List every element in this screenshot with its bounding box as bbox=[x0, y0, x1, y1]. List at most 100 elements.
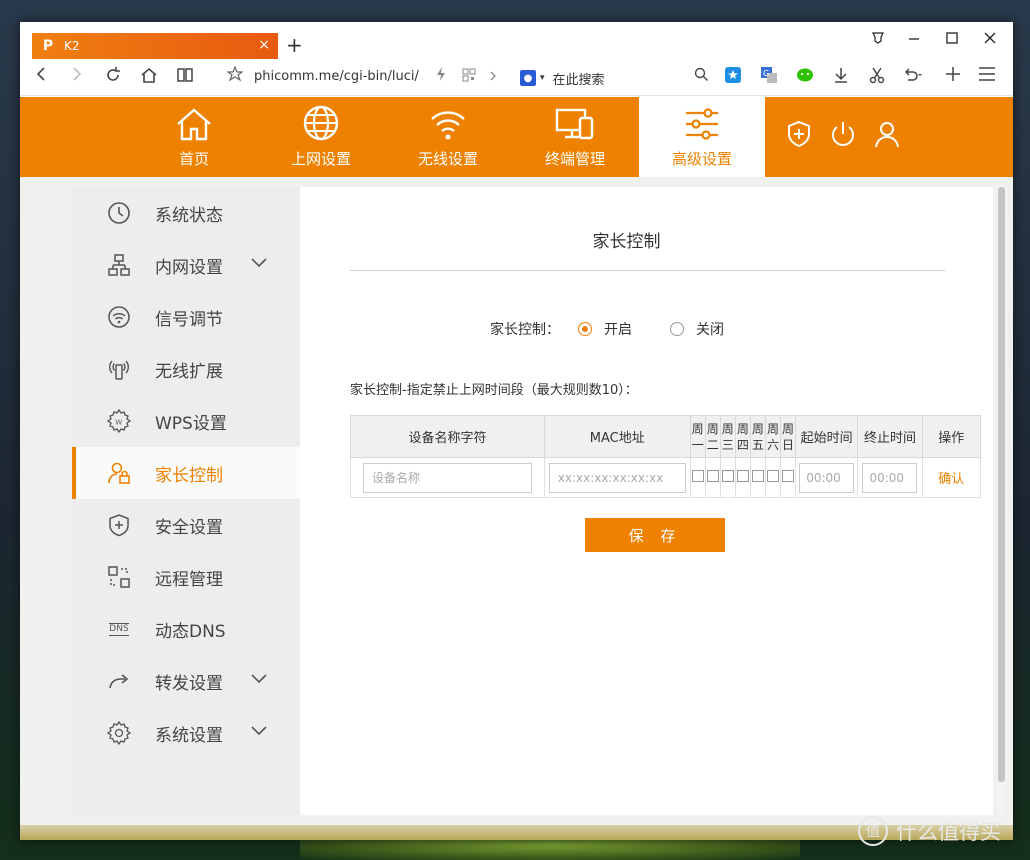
address-bar[interactable]: phicomm.me/cgi-bin/luci/ bbox=[254, 69, 419, 84]
sidebar-item-ddns[interactable]: DNS 动态DNS bbox=[72, 603, 300, 655]
user-icon[interactable] bbox=[872, 119, 902, 149]
sidebar-item-security[interactable]: 安全设置 bbox=[72, 499, 300, 551]
checkbox-mon[interactable] bbox=[691, 469, 704, 482]
end-time-input[interactable]: 00:00 bbox=[862, 462, 918, 493]
sidebar-item-wps[interactable]: W WPS设置 bbox=[72, 395, 300, 447]
checkbox-wed[interactable] bbox=[721, 469, 734, 482]
header-day-sun: 周日 bbox=[779, 415, 797, 458]
qrcode-icon[interactable] bbox=[458, 66, 480, 88]
shield-plus-header-icon[interactable] bbox=[784, 119, 814, 149]
device-name-input[interactable]: 设备名称 bbox=[362, 462, 532, 493]
wps-gear-icon: W bbox=[107, 409, 131, 433]
reload-icon[interactable] bbox=[102, 66, 124, 90]
rules-table: 设备名称字符 MAC地址 周一 周二 周三 周四 周五 周六 周日 起始时间 终… bbox=[350, 415, 982, 498]
minimize-icon[interactable] bbox=[904, 30, 924, 49]
menu-devices[interactable]: 终端管理 bbox=[512, 97, 638, 177]
new-tab-button[interactable]: + bbox=[286, 34, 303, 56]
home-nav-icon[interactable] bbox=[138, 66, 160, 90]
gear-icon bbox=[107, 721, 131, 745]
save-button[interactable]: 保 存 bbox=[585, 518, 725, 552]
chevron-down-icon[interactable] bbox=[250, 257, 268, 269]
header-day-fri: 周五 bbox=[749, 415, 766, 458]
radio-off-label[interactable]: 关闭 bbox=[696, 319, 724, 339]
chevron-down-icon[interactable] bbox=[250, 673, 268, 685]
back-icon[interactable] bbox=[30, 66, 52, 88]
add-icon[interactable] bbox=[942, 66, 964, 88]
parent-lock-icon bbox=[107, 461, 131, 485]
header-day-wed: 周三 bbox=[719, 415, 736, 458]
sidebar-item-label: 安全设置 bbox=[155, 517, 223, 538]
forward-icon[interactable] bbox=[66, 66, 88, 88]
page-title: 家长控制 bbox=[592, 232, 661, 252]
sidebar-item-label: 远程管理 bbox=[155, 569, 223, 590]
mac-address-input[interactable]: xx:xx:xx:xx:xx:xx bbox=[548, 462, 686, 493]
lightning-icon[interactable] bbox=[430, 66, 452, 88]
svg-text:W: W bbox=[115, 419, 122, 427]
sidebar-item-signal[interactable]: 信号调节 bbox=[72, 291, 300, 343]
sidebar-item-parental-control[interactable]: 家长控制 bbox=[72, 447, 300, 499]
tab-close-icon[interactable]: × bbox=[258, 37, 270, 53]
power-icon[interactable] bbox=[828, 119, 858, 149]
sidebar-item-label: 信号调节 bbox=[155, 309, 223, 330]
confirm-link[interactable]: 确认 bbox=[938, 472, 964, 487]
phicomm-logo-icon: P bbox=[42, 38, 54, 54]
favorites-icon[interactable] bbox=[722, 66, 744, 90]
scrollbar-thumb[interactable] bbox=[998, 187, 1005, 782]
main-panel: 家长控制 家长控制： 开启 关闭 家长控制-指定禁止上网时间段（最大规则数10）… bbox=[300, 187, 993, 815]
reader-icon[interactable] bbox=[174, 66, 196, 90]
header-day-sat: 周六 bbox=[764, 415, 781, 458]
navigation-bar: phicomm.me/cgi-bin/luci/ ● ▾ 在此搜索 G bbox=[20, 60, 1013, 96]
start-time-input[interactable]: 00:00 bbox=[799, 462, 855, 493]
menu-label: 上网设置 bbox=[290, 150, 351, 168]
sidebar-item-system-settings[interactable]: 系统设置 bbox=[72, 707, 300, 759]
shield-plus-icon bbox=[107, 513, 131, 537]
header-day-tue: 周二 bbox=[704, 415, 721, 458]
download-icon[interactable] bbox=[830, 66, 852, 90]
content-area: 系统状态 内网设置 信号调节 无线扩展 W WPS设置 家长控制 安全设置 远程… bbox=[20, 177, 1013, 840]
sidebar-item-lan[interactable]: 内网设置 bbox=[72, 239, 300, 291]
search-engine-chevron-icon[interactable]: ▾ bbox=[540, 73, 545, 83]
header-mac: MAC地址 bbox=[543, 415, 691, 458]
tab-k2[interactable]: P K2 × bbox=[32, 33, 278, 59]
sidebar-item-forwarding[interactable]: 转发设置 bbox=[72, 655, 300, 707]
checkbox-sun[interactable] bbox=[782, 469, 795, 482]
title-divider bbox=[350, 270, 945, 271]
undo-icon[interactable] bbox=[902, 66, 924, 90]
sidebar-item-system-status[interactable]: 系统状态 bbox=[72, 187, 300, 239]
search-box[interactable]: ● ▾ 在此搜索 bbox=[520, 66, 716, 90]
checkbox-tue[interactable] bbox=[706, 469, 719, 482]
sidebar-item-wireless-extend[interactable]: 无线扩展 bbox=[72, 343, 300, 395]
search-icon[interactable] bbox=[690, 66, 712, 88]
chevron-right-icon[interactable] bbox=[482, 66, 504, 88]
checkbox-sat[interactable] bbox=[766, 469, 779, 482]
maximize-icon[interactable] bbox=[942, 30, 962, 49]
parental-control-label: 家长控制： bbox=[490, 322, 560, 338]
header-device-name: 设备名称字符 bbox=[350, 415, 545, 458]
sidebar-item-remote[interactable]: 远程管理 bbox=[72, 551, 300, 603]
radio-off[interactable] bbox=[670, 322, 684, 336]
menu-wireless[interactable]: 无线设置 bbox=[385, 97, 511, 177]
sidebar-item-label: 系统状态 bbox=[155, 205, 223, 226]
radio-on-label[interactable]: 开启 bbox=[604, 319, 632, 339]
menu-advanced[interactable]: 高级设置 bbox=[639, 97, 765, 177]
bookmark-star-icon[interactable] bbox=[224, 65, 246, 88]
checkbox-thu[interactable] bbox=[736, 469, 749, 482]
radio-on[interactable] bbox=[578, 322, 592, 336]
menu-internet[interactable]: 上网设置 bbox=[258, 97, 384, 177]
close-window-icon[interactable] bbox=[980, 30, 1000, 49]
translate-icon[interactable]: G bbox=[758, 66, 780, 90]
router-header: 首页 上网设置 无线设置 终端管理 高级设置 bbox=[20, 97, 1013, 177]
checkbox-fri[interactable] bbox=[751, 469, 764, 482]
menu-home[interactable]: 首页 bbox=[131, 97, 257, 177]
forward-icon bbox=[107, 669, 131, 693]
vertical-scrollbar[interactable] bbox=[997, 187, 1006, 815]
menu-label: 终端管理 bbox=[544, 150, 605, 168]
svg-text:G: G bbox=[763, 69, 769, 78]
rule-note: 家长控制-指定禁止上网时间段（最大规则数10）： bbox=[350, 383, 638, 398]
scissors-icon[interactable] bbox=[866, 66, 888, 90]
wechat-icon[interactable] bbox=[794, 66, 816, 90]
menu-label: 首页 bbox=[178, 150, 209, 168]
pin-icon[interactable] bbox=[868, 30, 888, 49]
chevron-down-icon[interactable] bbox=[250, 725, 268, 737]
menu-icon[interactable] bbox=[976, 66, 998, 88]
